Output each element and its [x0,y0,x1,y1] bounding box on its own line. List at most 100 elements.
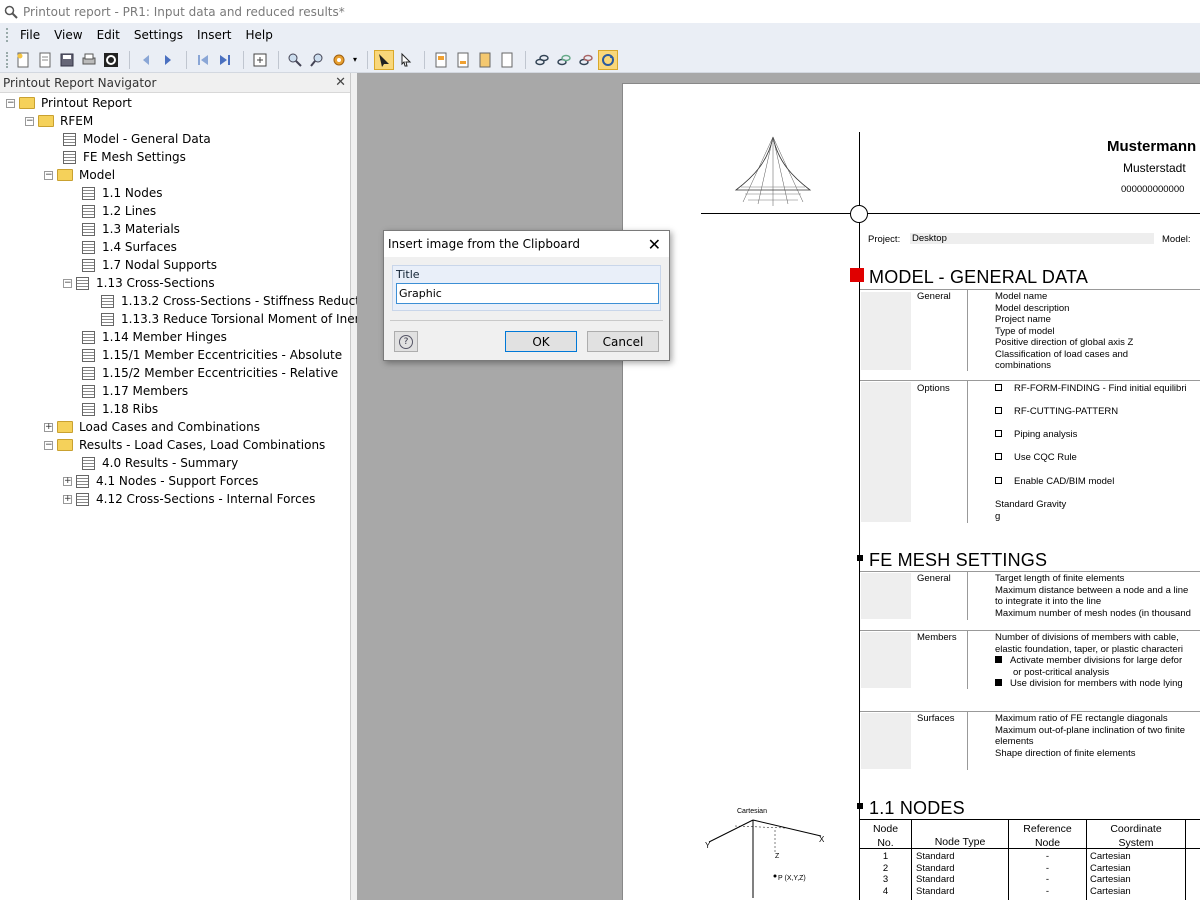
tree-node-rfem[interactable]: − RFEM [25,112,95,130]
tree-node-lines[interactable]: 1.2 Lines [82,202,158,220]
save-icon[interactable] [57,50,77,70]
page-vertical-line [859,132,860,900]
link2-icon[interactable] [554,50,574,70]
model-label: Model: [1162,234,1191,245]
toolbar-separator [525,50,526,69]
link3-icon[interactable] [576,50,596,70]
tent-structure-logo [734,136,812,206]
find-icon[interactable] [285,50,305,70]
page3-icon[interactable] [475,50,495,70]
link-icon[interactable] [532,50,552,70]
tree-node-results[interactable]: − Results - Load Cases, Load Combinations [44,436,327,454]
tree-node-internal-forces[interactable]: +4.12 Cross-Sections - Internal Forces [63,490,317,508]
menu-file[interactable]: File [13,23,47,47]
table-icon [82,222,95,236]
dialog-close-icon[interactable]: ✕ [648,235,661,254]
section-marker [857,803,863,809]
tree-node-model-general-data[interactable]: Model - General Data [63,130,213,148]
table-icon [82,240,95,254]
tree-node-members[interactable]: 1.17 Members [82,382,190,400]
help-button[interactable]: ? [394,331,418,352]
menu-edit[interactable]: Edit [90,23,127,47]
tree-node-member-hinges[interactable]: 1.14 Member Hinges [82,328,229,346]
settings-icon[interactable] [329,50,349,70]
new-icon[interactable] [13,50,33,70]
report-page[interactable]: Mustermann Musterstadt 000000000000 Proj… [622,83,1200,900]
collapse-icon[interactable]: − [25,116,34,126]
tree-node-surfaces[interactable]: 1.4 Surfaces [82,238,179,256]
tree-node-ecc-absolute[interactable]: 1.15/1 Member Eccentricities - Absolute [82,346,344,364]
find-next-icon[interactable] [307,50,327,70]
tree-node-ribs[interactable]: 1.18 Ribs [82,400,160,418]
col-header-reference-node: Reference Node [1023,823,1072,849]
page2-icon[interactable] [453,50,473,70]
open-icon[interactable] [35,50,55,70]
row-line [860,630,1200,631]
expand-icon[interactable]: + [44,422,53,432]
table-icon [76,474,89,488]
collapse-icon[interactable]: − [6,98,15,108]
page4-icon[interactable] [497,50,517,70]
point-label: P (X,Y,Z) [778,875,806,882]
toolbar-separator [129,50,130,69]
tree-node-support-forces[interactable]: +4.1 Nodes - Support Forces [63,472,260,490]
first-icon[interactable] [193,50,213,70]
toolbar-separator [278,50,279,69]
print-icon[interactable] [79,50,99,70]
col-line [967,631,968,689]
select-icon[interactable] [396,50,416,70]
table-icon [101,312,114,326]
next-icon[interactable] [158,50,178,70]
menu-help[interactable]: Help [238,23,279,47]
cancel-button[interactable]: Cancel [587,331,659,352]
expand-icon[interactable]: + [63,476,72,486]
export-icon[interactable] [250,50,270,70]
tree-node-fe-mesh-settings[interactable]: FE Mesh Settings [63,148,188,166]
ok-button[interactable]: OK [505,331,577,352]
cell-shade [861,382,911,522]
page-icon[interactable] [431,50,451,70]
tree-node-cs-stiffness-reduction[interactable]: 1.13.2 Cross-Sections - Stiffness Reduct… [101,292,380,310]
col-header-node-no: Node No. [872,823,899,849]
menu-insert[interactable]: Insert [190,23,238,47]
dropdown-arrow-icon[interactable]: ▾ [351,50,359,70]
sync-icon[interactable] [598,49,618,70]
toolbar-separator [367,50,368,69]
tree-node-ecc-relative[interactable]: 1.15/2 Member Eccentricities - Relative [82,364,340,382]
gravity-label: Standard Gravity [995,499,1067,510]
toolbar-separator [243,50,244,69]
tree-node-cross-sections[interactable]: −1.13 Cross-Sections [63,274,217,292]
section-model-general-data: MODEL - GENERAL DATA [869,267,1089,287]
tree-node-results-summary[interactable]: 4.0 Results - Summary [82,454,240,472]
pointer-icon[interactable] [374,49,394,70]
close-icon[interactable]: ✕ [335,75,346,90]
table-icon [82,330,95,344]
tree-node-printout-report[interactable]: − Printout Report [6,94,134,112]
tree-node-materials[interactable]: 1.3 Materials [82,220,182,238]
options-label: Options [917,383,950,394]
toolbar-grip [6,51,9,68]
company-phone: 000000000000 [1121,184,1185,195]
collapse-icon[interactable]: − [44,170,53,180]
tree-node-load-cases[interactable]: + Load Cases and Combinations [44,418,262,436]
help-icon: ? [399,334,413,349]
prev-icon[interactable] [136,50,156,70]
expand-icon[interactable]: + [63,494,72,504]
last-icon[interactable] [215,50,235,70]
folder-icon [57,439,73,451]
title-input[interactable] [396,283,659,304]
tree-node-reduce-torsional[interactable]: 1.13.3 Reduce Torsional Moment of Inerti… [101,310,377,328]
tree-node-nodes[interactable]: 1.1 Nodes [82,184,164,202]
menu-settings[interactable]: Settings [127,23,190,47]
refresh-icon[interactable] [101,50,121,70]
checkbox-icon [995,407,1002,414]
tree-node-model[interactable]: − Model [44,166,117,184]
collapse-icon[interactable]: − [63,278,72,288]
collapse-icon[interactable]: − [44,440,53,450]
company-city: Musterstadt [1123,161,1186,175]
tree-node-nodal-supports[interactable]: 1.7 Nodal Supports [82,256,219,274]
menu-view[interactable]: View [47,23,89,47]
fe-surfaces-rows: Maximum ratio of FE rectangle diagonals M… [995,713,1186,759]
cell-shade [861,573,911,619]
page-horizontal-line [701,213,1200,214]
